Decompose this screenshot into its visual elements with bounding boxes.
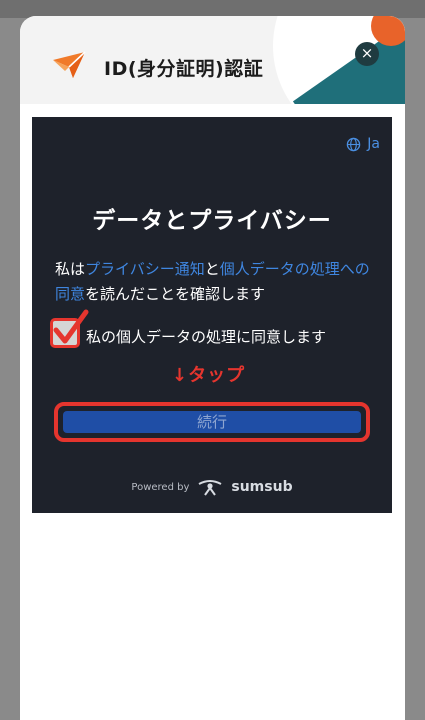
powered-by-footer: Powered by sumsub: [32, 478, 392, 496]
privacy-notice-link[interactable]: プライバシー通知: [85, 260, 205, 278]
language-label: Ja: [367, 136, 380, 152]
logo-icon: [53, 51, 86, 78]
panel-title: データとプライバシー: [92, 208, 332, 234]
sheet-header: ID(身分証明)認証 ×: [20, 16, 405, 104]
globe-icon: [347, 137, 361, 151]
close-button[interactable]: ×: [355, 42, 379, 66]
consent-checkbox-row[interactable]: 私の個人データの処理に同意します: [50, 309, 380, 352]
consent-text: 私はプライバシー通知と個人データの処理への同意を読んだことを確認します: [55, 257, 375, 307]
consent-prefix: 私は: [55, 260, 86, 278]
tap-annotation: ↓タップ: [172, 365, 246, 386]
continue-button-highlight: 続行: [54, 402, 370, 442]
consent-and: と: [204, 260, 220, 278]
checkbox-label: 私の個人データの処理に同意します: [86, 328, 327, 346]
continue-button[interactable]: 続行: [63, 411, 361, 433]
consent-suffix: を読んだことを確認します: [85, 285, 266, 303]
sumsub-logo-icon: [198, 480, 222, 496]
powered-by-label: Powered by: [131, 481, 190, 493]
verification-sheet: ID(身分証明)認証 × Ja データとプライバシー 私はプライバシー通知と個人…: [20, 16, 405, 720]
privacy-panel: Ja データとプライバシー 私はプライバシー通知と個人データの処理への同意を読ん…: [32, 117, 392, 513]
provider-name: sumsub: [231, 479, 293, 495]
language-selector[interactable]: Ja: [346, 136, 380, 152]
close-icon: ×: [360, 44, 374, 62]
page-title: ID(身分証明)認証: [104, 58, 264, 80]
header-decoration: [255, 16, 405, 104]
